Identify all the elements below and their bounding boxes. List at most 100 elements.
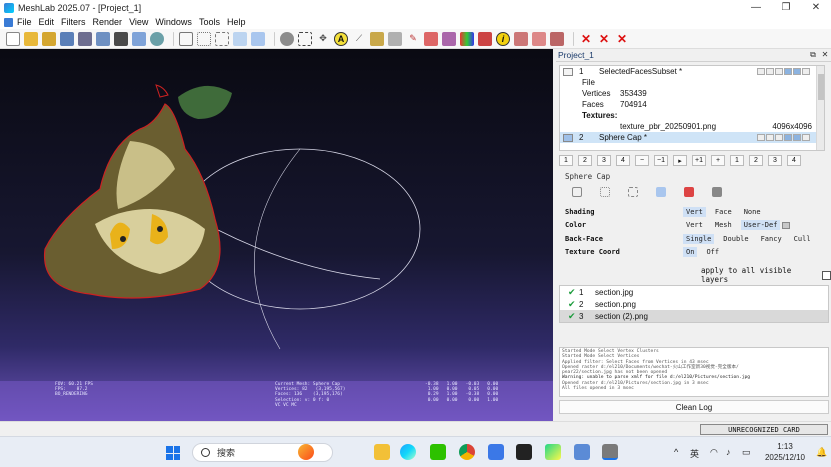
wire-mode-icon[interactable] bbox=[628, 187, 638, 197]
wire-icon[interactable] bbox=[215, 31, 229, 46]
windows-start-icon[interactable] bbox=[166, 446, 180, 460]
nav-button[interactable]: 2 bbox=[578, 155, 592, 166]
3d-viewport[interactable]: FOV: 60.21 FPS FPS: 87.2 BO_RENDERING Cu… bbox=[0, 49, 553, 421]
menu-render[interactable]: Render bbox=[93, 17, 123, 27]
nav-button[interactable]: ▸ bbox=[673, 155, 687, 166]
raster-row[interactable]: ✔ 1 section.jpg bbox=[560, 286, 828, 298]
nav-button[interactable]: 2 bbox=[749, 155, 763, 166]
explorer-icon[interactable] bbox=[374, 444, 390, 460]
maximize-button[interactable]: ❐ bbox=[771, 2, 801, 13]
raster-row-selected[interactable]: ✔ 3 section (2).png bbox=[560, 310, 828, 322]
pick-icon[interactable]: A bbox=[334, 31, 348, 46]
texture-icon[interactable] bbox=[280, 31, 294, 46]
points-icon[interactable] bbox=[197, 31, 211, 46]
nav-button[interactable]: 1 bbox=[559, 155, 573, 166]
wifi-icon[interactable]: ◠ bbox=[710, 447, 718, 458]
menu-windows[interactable]: Windows bbox=[155, 17, 192, 27]
backface-single-option[interactable]: Single bbox=[683, 234, 715, 244]
brush-icon[interactable]: ✎ bbox=[406, 32, 420, 46]
widget-icon[interactable] bbox=[298, 444, 314, 460]
paint-icon[interactable] bbox=[388, 31, 402, 46]
nav-button[interactable]: 3 bbox=[768, 155, 782, 166]
export-icon[interactable] bbox=[96, 31, 110, 46]
georef-icon[interactable] bbox=[478, 31, 492, 46]
import-icon[interactable] bbox=[78, 31, 92, 46]
menu-tools[interactable]: Tools bbox=[199, 17, 220, 27]
menu-help[interactable]: Help bbox=[227, 17, 246, 27]
notes-icon[interactable] bbox=[488, 444, 504, 460]
pycharm-icon[interactable] bbox=[545, 444, 561, 460]
terminal-icon[interactable] bbox=[516, 444, 532, 460]
layer-btn-icon[interactable] bbox=[784, 68, 792, 75]
color-vert-option[interactable]: Vert bbox=[683, 220, 706, 230]
chrome-icon[interactable] bbox=[459, 444, 475, 460]
layer-btn-icon[interactable] bbox=[775, 68, 783, 75]
delete-verts-icon[interactable]: ✕ bbox=[597, 32, 611, 46]
bbox-icon[interactable] bbox=[179, 31, 193, 46]
color-icon[interactable] bbox=[460, 31, 474, 46]
shading-none-option[interactable]: None bbox=[741, 207, 764, 217]
layer-visibility-toggle[interactable] bbox=[563, 133, 573, 142]
menu-view[interactable]: View bbox=[129, 17, 148, 27]
reload-icon[interactable] bbox=[60, 31, 74, 46]
layer-visibility-toggle[interactable] bbox=[563, 67, 573, 76]
nav-button[interactable]: 4 bbox=[616, 155, 630, 166]
select-verts-icon[interactable] bbox=[442, 31, 456, 46]
edge-icon[interactable] bbox=[400, 444, 416, 460]
flat-icon[interactable] bbox=[233, 31, 247, 46]
backface-double-option[interactable]: Double bbox=[720, 234, 751, 244]
save-icon[interactable] bbox=[42, 31, 56, 46]
align-icon[interactable] bbox=[370, 31, 384, 46]
bbox-mode-icon[interactable] bbox=[572, 187, 582, 197]
nav-button[interactable]: +1 bbox=[692, 155, 706, 166]
meshlab-taskbar-icon[interactable] bbox=[602, 444, 618, 460]
log-window[interactable]: Started Mode Select Vertex Clusters Star… bbox=[559, 347, 829, 397]
panel-close-button[interactable]: ✕ bbox=[819, 50, 831, 60]
edit2-icon[interactable] bbox=[550, 31, 564, 46]
nav-button[interactable]: 3 bbox=[597, 155, 611, 166]
select-faces-icon[interactable] bbox=[424, 31, 438, 46]
apply-all-checkbox[interactable] bbox=[822, 270, 831, 280]
nav-button[interactable]: 4 bbox=[787, 155, 801, 166]
minimize-button[interactable]: — bbox=[741, 2, 771, 13]
check-icon[interactable]: ✔ bbox=[568, 287, 579, 298]
layer-btn-icon[interactable] bbox=[784, 134, 792, 141]
layer-btn-icon[interactable] bbox=[766, 68, 774, 75]
layer-btn-icon[interactable] bbox=[802, 68, 810, 75]
render-icon[interactable] bbox=[150, 31, 164, 46]
taskbar-clock[interactable]: 1:13 2025/12/10 bbox=[760, 441, 810, 463]
color-mode-icon[interactable] bbox=[684, 187, 694, 197]
check-icon[interactable]: ✔ bbox=[568, 311, 579, 322]
smooth-icon[interactable] bbox=[251, 31, 265, 46]
tray-chevron[interactable]: ^ bbox=[674, 447, 678, 457]
info-icon[interactable]: i bbox=[496, 31, 510, 46]
notification-icon[interactable]: 🔔 bbox=[816, 447, 827, 458]
backface-cull-option[interactable]: Cull bbox=[791, 234, 814, 244]
menu-edit[interactable]: Edit bbox=[39, 17, 55, 27]
nav-button[interactable]: 1 bbox=[730, 155, 744, 166]
nav-button[interactable]: + bbox=[711, 155, 725, 166]
wechat-icon[interactable] bbox=[430, 444, 446, 460]
texcoord-off-option[interactable]: Off bbox=[703, 247, 722, 257]
battery-icon[interactable]: ▭ bbox=[742, 447, 751, 458]
points-mode-icon[interactable] bbox=[600, 187, 610, 197]
pick-point-icon[interactable] bbox=[532, 31, 546, 46]
measure-icon[interactable]: ⟋ bbox=[352, 32, 366, 46]
menu-file[interactable]: File bbox=[17, 17, 32, 27]
nav-button[interactable]: − bbox=[635, 155, 649, 166]
app-menu-icon[interactable] bbox=[4, 17, 13, 27]
close-button[interactable]: ✕ bbox=[801, 2, 831, 13]
edit-icon[interactable] bbox=[514, 31, 528, 46]
new-project-icon[interactable] bbox=[6, 31, 20, 46]
layer-btn-icon[interactable] bbox=[802, 134, 810, 141]
layer-icon[interactable] bbox=[132, 31, 146, 46]
nav-button[interactable]: −1 bbox=[654, 155, 668, 166]
layer-row-selected[interactable]: 2 Sphere Cap * bbox=[560, 132, 824, 143]
check-icon[interactable]: ✔ bbox=[568, 299, 579, 310]
photos-icon[interactable] bbox=[574, 444, 590, 460]
layer-list-scrollbar[interactable] bbox=[816, 66, 824, 150]
delete-all-icon[interactable]: ✕ bbox=[615, 32, 629, 46]
layer-btn-icon[interactable] bbox=[757, 68, 765, 75]
panel-float-button[interactable]: ⧉ bbox=[807, 50, 819, 60]
raster-row[interactable]: ✔ 2 section.png bbox=[560, 298, 828, 310]
